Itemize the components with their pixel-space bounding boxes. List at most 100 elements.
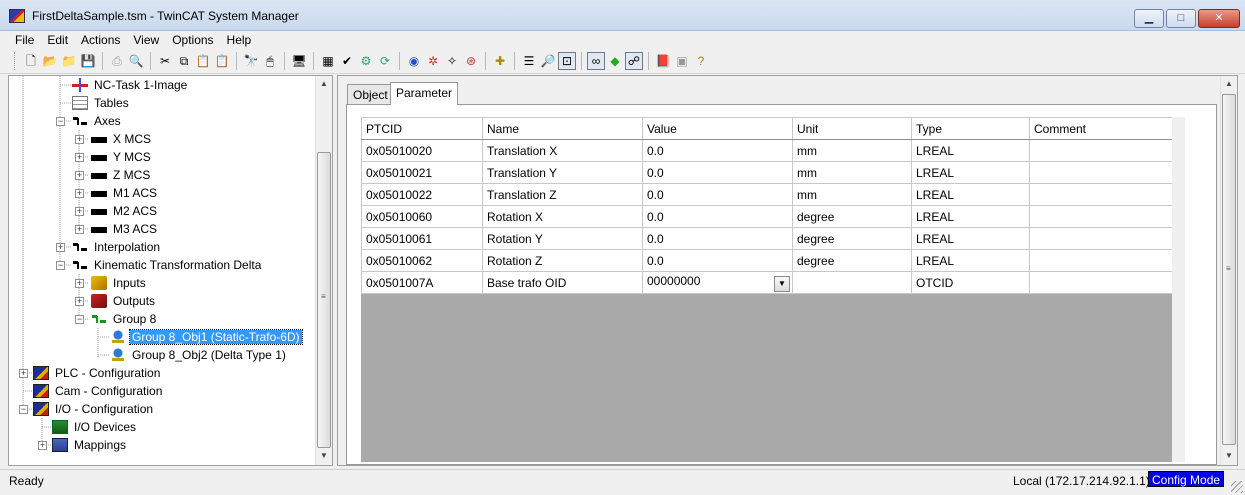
system-tree[interactable]: NC-Task 1-Image Tables − Axes + X MCS + … xyxy=(8,75,333,466)
monitor-icon[interactable]: 🖥 xyxy=(290,52,308,70)
paste-icon[interactable]: 📋 xyxy=(194,52,212,70)
expand-m3-acs-toggle[interactable]: + xyxy=(75,225,84,234)
cell-comment[interactable] xyxy=(1029,183,1173,206)
login-icon[interactable]: ◉ xyxy=(405,52,423,70)
help-icon[interactable]: ? xyxy=(692,52,710,70)
expand-z-mcs-toggle[interactable]: + xyxy=(75,171,84,180)
detail-scroll-thumb[interactable]: ≡ xyxy=(1222,94,1236,445)
resize-grip-icon[interactable] xyxy=(1231,481,1243,493)
check-icon[interactable]: ✔ xyxy=(338,52,356,70)
chevron-down-icon[interactable]: ▼ xyxy=(774,275,790,292)
tree-item-x-mcs[interactable]: X MCS xyxy=(91,130,153,148)
expand-outputs-toggle[interactable]: + xyxy=(75,297,84,306)
add-icon[interactable]: ✚ xyxy=(491,52,509,70)
table-row[interactable]: 0x05010062 Rotation Z 0.0 degree LREAL xyxy=(361,249,1173,272)
menu-view[interactable]: View xyxy=(127,31,166,49)
collapse-kinematic-toggle[interactable]: − xyxy=(56,261,65,270)
book-icon[interactable]: 📕 xyxy=(654,52,672,70)
expand-x-mcs-toggle[interactable]: + xyxy=(75,135,84,144)
cell-comment[interactable] xyxy=(1029,205,1173,228)
restart-icon[interactable]: ⟳ xyxy=(376,52,394,70)
cell-comment[interactable] xyxy=(1029,271,1173,294)
close-button[interactable]: ✕ xyxy=(1198,9,1240,28)
expand-plc-toggle[interactable]: + xyxy=(19,369,28,378)
tree-item-group-8-obj2[interactable]: Group 8_Obj2 (Delta Type 1) xyxy=(110,346,288,364)
menu-options[interactable]: Options xyxy=(166,31,220,49)
column-header-type[interactable]: Type xyxy=(911,117,1030,140)
network-scan-icon[interactable]: ✲ xyxy=(424,52,442,70)
table-row[interactable]: 0x05010020 Translation X 0.0 mm LREAL xyxy=(361,139,1173,162)
tree-item-m1-acs[interactable]: M1 ACS xyxy=(91,184,159,202)
cell-comment[interactable] xyxy=(1029,249,1173,272)
show-online-icon[interactable]: ◆ xyxy=(606,52,624,70)
cell-value[interactable]: 0.0 xyxy=(642,205,793,228)
print-preview-icon[interactable]: 🔍 xyxy=(127,52,145,70)
tree-item-z-mcs[interactable]: Z MCS xyxy=(91,166,152,184)
activate-icon[interactable]: ⚙ xyxy=(357,52,375,70)
collapse-group-8-toggle[interactable]: − xyxy=(75,315,84,324)
generate-mappings-icon[interactable]: ▦ xyxy=(319,52,337,70)
open-icon[interactable]: 📂 xyxy=(41,52,59,70)
detail-scrollbar[interactable]: ▲ ≡ ▼ xyxy=(1220,76,1237,465)
cell-value-dropdown[interactable]: 00000000 ▼ xyxy=(642,271,793,294)
parameter-grid[interactable]: PTCID Name Value Unit Type Comment 0x050… xyxy=(361,117,1185,462)
tree-item-io-devices[interactable]: I/O Devices xyxy=(52,418,138,436)
goggles-icon[interactable]: ∞ xyxy=(587,52,605,70)
cell-value[interactable]: 0.0 xyxy=(642,161,793,184)
tree-item-group-8[interactable]: Group 8 xyxy=(91,310,158,328)
tree-item-outputs[interactable]: Outputs xyxy=(91,292,157,310)
column-header-name[interactable]: Name xyxy=(482,117,643,140)
scroll-up-icon[interactable]: ▲ xyxy=(316,76,332,92)
collapse-axes-toggle[interactable]: − xyxy=(56,117,65,126)
menu-file[interactable]: File xyxy=(9,31,41,49)
open-folder-icon[interactable]: 📁 xyxy=(60,52,78,70)
tree-item-nc-task-image[interactable]: NC-Task 1-Image xyxy=(72,76,189,94)
expand-m2-acs-toggle[interactable]: + xyxy=(75,207,84,216)
table-row[interactable]: 0x05010060 Rotation X 0.0 degree LREAL xyxy=(361,205,1173,228)
toolbar-grip[interactable] xyxy=(14,52,17,70)
column-header-unit[interactable]: Unit xyxy=(792,117,912,140)
list-icon[interactable]: ☰ xyxy=(520,52,538,70)
tree-item-plc-configuration[interactable]: PLC - Configuration xyxy=(33,364,162,382)
wand-icon[interactable]: ✧ xyxy=(443,52,461,70)
cell-value[interactable]: 0.0 xyxy=(642,227,793,250)
grid-scrollbar[interactable] xyxy=(1172,117,1185,462)
tree-item-cam-configuration[interactable]: Cam - Configuration xyxy=(33,382,164,400)
column-header-value[interactable]: Value xyxy=(642,117,793,140)
free-run-icon[interactable]: ☍ xyxy=(625,52,643,70)
tree-item-group-8-obj1[interactable]: Group 8_Obj1 (Static-Trafo-6D) xyxy=(110,328,303,346)
mouse-icon[interactable]: 🖱 xyxy=(261,52,279,70)
find-icon[interactable]: 🔭 xyxy=(242,52,260,70)
expand-interpolation-toggle[interactable]: + xyxy=(56,243,65,252)
tree-item-interpolation[interactable]: Interpolation xyxy=(72,238,162,256)
cell-comment[interactable] xyxy=(1029,139,1173,162)
tree-item-axes[interactable]: Axes xyxy=(72,112,123,130)
tree-item-m2-acs[interactable]: M2 ACS xyxy=(91,202,159,220)
scroll-down-icon[interactable]: ▼ xyxy=(316,448,332,464)
minimize-button[interactable]: ▁ xyxy=(1134,9,1164,28)
expand-m1-acs-toggle[interactable]: + xyxy=(75,189,84,198)
tree-scroll-thumb[interactable]: ≡ xyxy=(317,152,331,448)
tree-item-inputs[interactable]: Inputs xyxy=(91,274,148,292)
config-mode-badge[interactable]: Config Mode xyxy=(1148,471,1225,487)
copy-icon[interactable]: ⧉ xyxy=(175,52,193,70)
tree-item-y-mcs[interactable]: Y MCS xyxy=(91,148,153,166)
cell-comment[interactable] xyxy=(1029,227,1173,250)
column-header-ptcid[interactable]: PTCID xyxy=(361,117,483,140)
tab-object[interactable]: Object xyxy=(347,84,394,105)
table-row[interactable]: 0x05010022 Translation Z 0.0 mm LREAL xyxy=(361,183,1173,206)
table-row[interactable]: 0x05010021 Translation Y 0.0 mm LREAL xyxy=(361,161,1173,184)
paste-special-icon[interactable]: 📋 xyxy=(213,52,231,70)
table-row[interactable]: 0x05010061 Rotation Y 0.0 degree LREAL xyxy=(361,227,1173,250)
tab-parameter[interactable]: Parameter xyxy=(390,82,459,105)
expand-y-mcs-toggle[interactable]: + xyxy=(75,153,84,162)
cell-value[interactable]: 0.0 xyxy=(642,249,793,272)
twincat-app-icon[interactable] xyxy=(9,9,25,23)
menu-edit[interactable]: Edit xyxy=(41,31,75,49)
menu-actions[interactable]: Actions xyxy=(75,31,127,49)
print-icon[interactable]: ⎙ xyxy=(108,52,126,70)
scroll-down-icon[interactable]: ▼ xyxy=(1221,448,1237,464)
cell-comment[interactable] xyxy=(1029,161,1173,184)
tree-item-m3-acs[interactable]: M3 ACS xyxy=(91,220,159,238)
zoom-icon[interactable]: 🔎 xyxy=(539,52,557,70)
